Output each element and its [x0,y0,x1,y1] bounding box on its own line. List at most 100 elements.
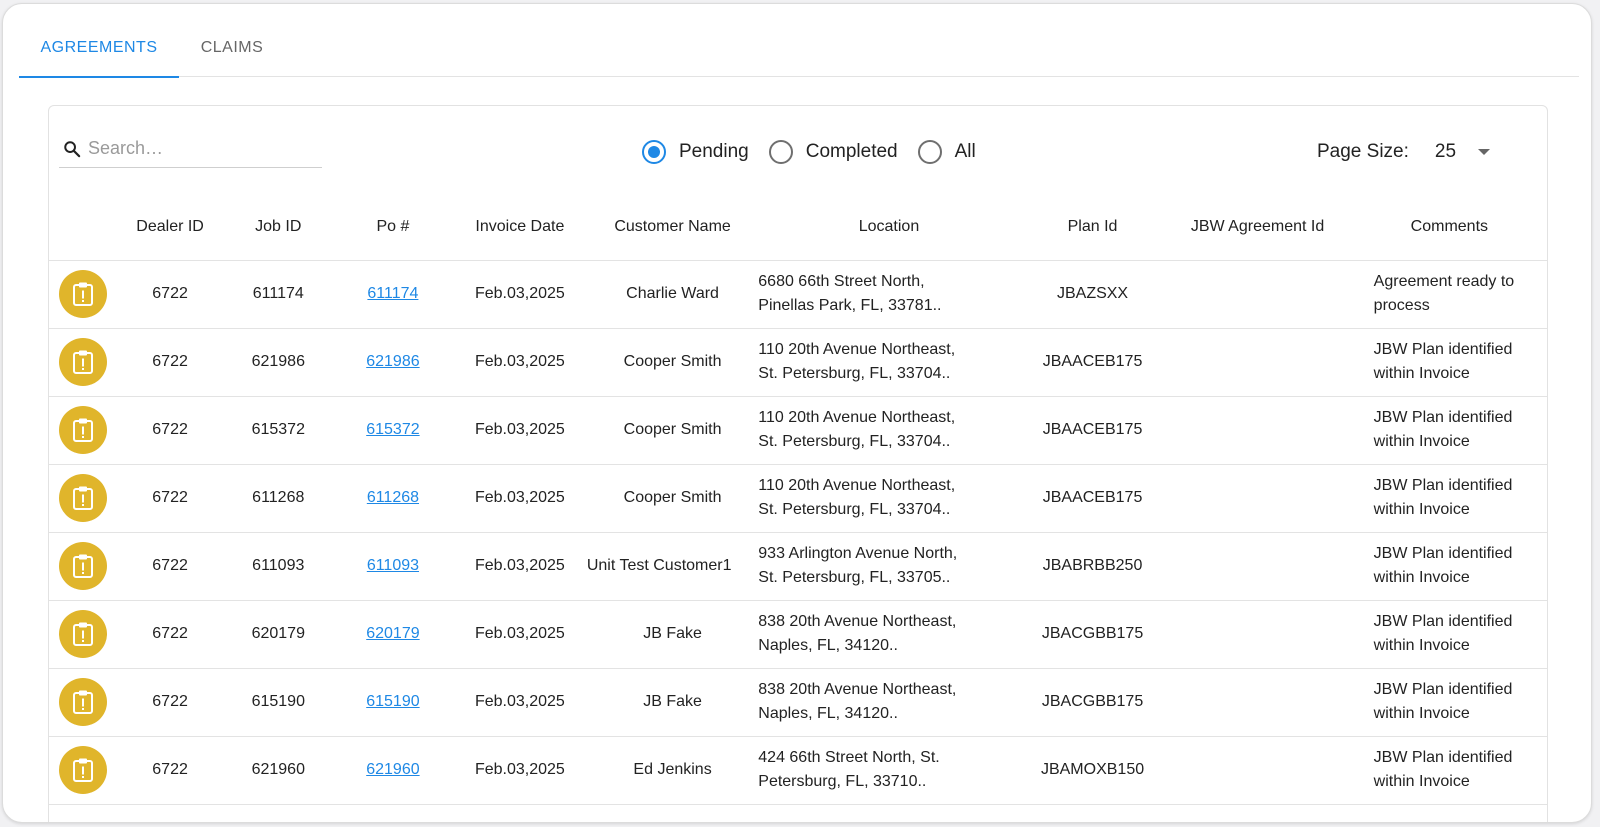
radio-all-circle[interactable] [917,140,942,164]
dealer-id-cell: 6722 [116,328,224,397]
clipboard-alert-icon[interactable] [58,746,107,794]
status-cell [49,736,117,805]
comment-line-2: process [1373,297,1430,314]
po-cell: 615372 [332,396,453,465]
table-row[interactable]: 6722 611174 611174 Feb.03,2025 Charlie Ward 6… [49,260,1547,329]
location-cell: 110 20th Avenue Northeast, St. Petersburg… [758,396,1020,465]
customer-name-cell: Charlie Ward [586,260,759,329]
page-size-select[interactable]: 25 [1435,141,1490,163]
clipboard-alert-icon[interactable] [58,542,107,590]
column-header-comments[interactable]: Comments [1349,194,1547,261]
customer-name-cell: Cooper Smith [586,328,759,397]
clipboard-alert-icon[interactable] [58,474,107,522]
location-line-2: Naples, FL, 34120.. [758,705,898,722]
column-header-customer-name[interactable]: Customer Name [586,194,759,261]
agreement-id-cell [1165,260,1350,329]
radio-all-label: All [954,141,976,162]
radio-pending-label: Pending [679,141,749,162]
clipboard-alert-icon[interactable] [58,610,107,658]
table-row[interactable]: 6722 615372 615372 Feb.03,2025 Cooper Smith 1… [49,396,1547,465]
location-line-1: 424 66th Street North, St. [758,749,940,766]
search-input[interactable] [88,134,313,162]
plan-id-cell: JBAACEB175 [1019,464,1166,533]
column-header-location[interactable]: Location [758,194,1020,261]
table-row[interactable]: 6722 615190 615190 Feb.03,2025 JB Fake 838 20… [49,668,1547,737]
customer-name-cell: Unit Test Customer1 [586,532,759,601]
column-header-invoice-date[interactable]: Invoice Date [452,194,587,261]
tab-agreements[interactable]: AGREEMENTS [19,4,179,78]
po-link[interactable]: 611093 [367,557,419,574]
po-link[interactable]: 611268 [367,489,419,506]
job-id-cell: 621986 [223,328,333,397]
column-header-agreement-id[interactable]: JBW Agreement Id [1165,194,1350,261]
comment-line-1: JBW Plan identified [1373,341,1513,358]
po-link[interactable]: 615372 [366,421,419,438]
dealer-id-cell: 6722 [116,668,224,737]
column-header-plan-id[interactable]: Plan Id [1019,194,1166,261]
agreement-id-cell [1165,328,1350,397]
tab-claims[interactable]: CLAIMS [179,4,285,77]
toolbar: Pending Completed All Page Size: 25 [49,106,1547,194]
status-cell [49,328,117,397]
location-line-1: 6680 66th Street North, [758,273,925,290]
po-cell: 611174 [332,260,453,329]
comment-line-1: JBW Plan identified [1373,749,1513,766]
table-row[interactable]: 6722 611268 611268 Feb.03,2025 Cooper Smith 1… [49,464,1547,533]
tab-bar: AGREEMENTS CLAIMS [19,4,1579,78]
location-line-1: 838 20th Avenue Northeast, [758,613,957,630]
location-line-1: 110 20th Avenue Northeast, [758,477,956,494]
invoice-date-cell: Feb.03,2025 [452,736,587,805]
table-row[interactable]: 6722 611093 611093 Feb.03,2025 Unit Test Cus… [49,532,1547,601]
search-box[interactable] [59,132,322,168]
comment-line-1: JBW Plan identified [1373,613,1513,630]
radio-completed-circle[interactable] [768,140,793,164]
po-link[interactable]: 621986 [366,353,419,370]
table-header-row: Dealer ID Job ID Po # Invoice Date Custo… [49,194,1547,261]
dealer-id-cell: 6722 [116,396,224,465]
po-link[interactable]: 615190 [366,693,419,710]
column-header-dealer-id[interactable]: Dealer ID [116,194,224,261]
column-header-po[interactable]: Po # [332,194,453,261]
comment-line-1: JBW Plan identified [1373,545,1513,562]
radio-completed-label: Completed [805,141,898,162]
status-cell [49,260,117,329]
invoice-date-cell: Feb.03,2025 [452,260,587,329]
page-size-label: Page Size: [1317,141,1409,162]
clipboard-alert-icon[interactable] [58,270,107,318]
po-link[interactable]: 621960 [366,761,419,778]
table-row[interactable]: 6722 621986 621986 Feb.03,2025 Cooper Smith 1… [49,328,1547,397]
invoice-date-cell: Feb.03,2025 [452,600,587,669]
dealer-id-cell: 6722 [116,600,224,669]
job-id-cell: 615372 [223,396,333,465]
plan-id-cell: JBACGBB175 [1019,600,1166,669]
po-link[interactable]: 611174 [367,285,418,302]
agreement-id-cell [1165,532,1350,601]
radio-pending-circle[interactable] [642,140,666,164]
agreement-id-cell [1165,668,1350,737]
po-cell: 621986 [332,328,453,397]
radio-all[interactable]: All [917,140,976,164]
location-cell: 110 20th Avenue Northeast, St. Petersburg… [758,464,1020,533]
po-cell: 611093 [332,532,453,601]
clipboard-alert-icon[interactable] [58,338,107,386]
clipboard-alert-icon[interactable] [58,678,107,726]
clipboard-alert-icon[interactable] [58,406,107,454]
location-cell: 933 Arlington Avenue North, St. Petersbur… [758,532,1020,601]
radio-completed[interactable]: Completed [768,140,898,164]
comment-line-2: within Invoice [1373,365,1470,382]
location-cell: 110 20th Avenue Northeast, St. Petersburg… [758,328,1020,397]
table-row[interactable]: 6722 620179 620179 Feb.03,2025 JB Fake 838 20… [49,600,1547,669]
customer-name-cell: JB Fake [586,668,759,737]
po-link[interactable]: 620179 [366,625,419,642]
dealer-id-cell: 6722 [116,260,224,329]
table-row[interactable]: 6722 621960 621960 Feb.03,2025 Ed Jenkins 424… [49,736,1547,805]
radio-pending[interactable]: Pending [642,140,749,164]
comments-cell: JBW Plan identified within Invoice [1349,464,1547,533]
invoice-date-cell: Feb.03,2025 [452,396,587,465]
status-cell [49,668,117,737]
location-line-1: 933 Arlington Avenue North, [758,545,958,562]
agreement-id-cell [1165,736,1350,805]
comment-line-2: within Invoice [1373,569,1470,586]
location-cell: 424 66th Street North, St. Petersburg, FL… [758,736,1020,805]
column-header-job-id[interactable]: Job ID [223,194,333,261]
